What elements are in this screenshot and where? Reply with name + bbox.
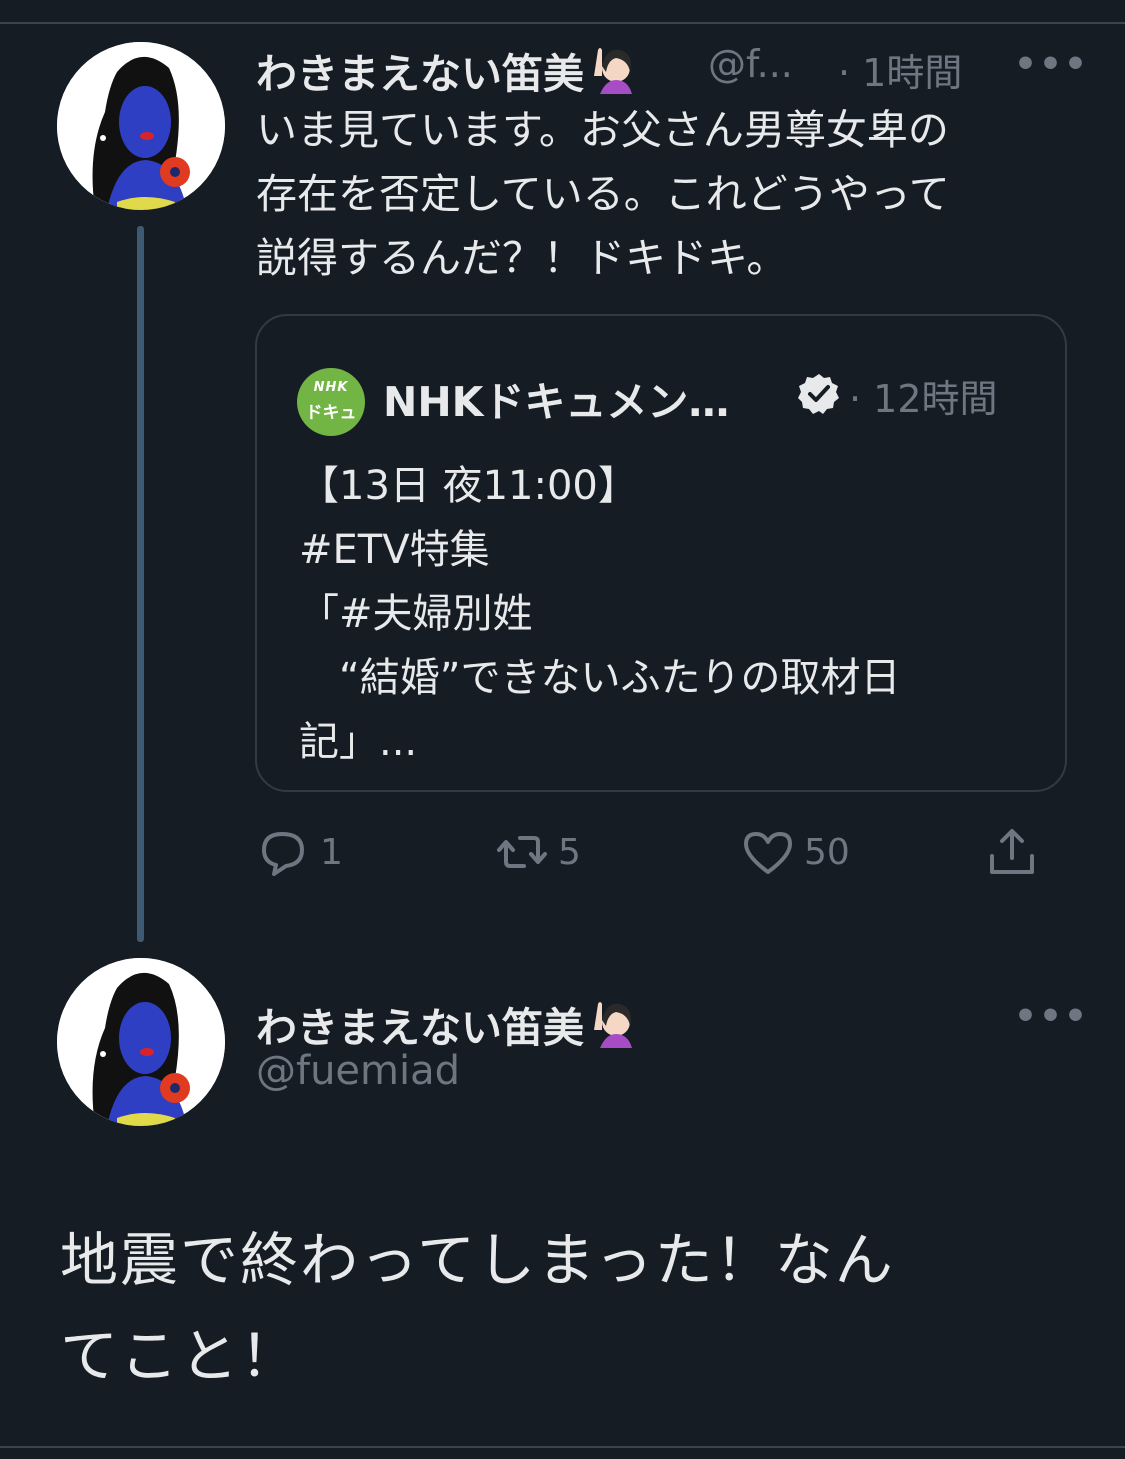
person-raising-hand-emoji [588,42,640,104]
bottom-divider [0,1446,1125,1448]
retweet-button[interactable]: 5 [494,822,581,882]
author-handle[interactable]: @f... [708,42,793,86]
tweet-body: いま見ています。お父さん男尊女卑の 存在を否定している。これどうやって 説得する… [256,98,1056,290]
retweet-icon [497,836,547,868]
avatar[interactable] [57,42,225,210]
heart-icon [744,832,792,874]
nhk-logo-subtext: ドキュ [305,403,357,423]
top-divider [0,22,1125,24]
quoted-tweet-card[interactable]: NHK ドキュ NHKドキュメン… · 12時間 【13日 夜11:00】 #E… [255,314,1067,792]
tweet-line: いま見ています。お父さん男尊女卑の [256,106,949,154]
nhk-logo-text: NHK [313,380,349,395]
verified-badge-icon [798,374,839,414]
author-name-text: わきまえない笛美 [256,1004,584,1052]
tweet-line: 存在を否定している。これどうやって [256,170,950,218]
more-options-icon[interactable]: ••• [1014,44,1089,85]
quoted-line: #ETV特集 [299,527,490,573]
like-button[interactable]: 50 [740,822,850,882]
tweet-time[interactable]: · 1時間 [838,42,962,97]
quoted-line: 【13日 夜11:00】 [299,463,638,509]
avatar-illustration [57,958,225,1126]
reply-count: 1 [320,831,343,873]
avatar[interactable] [57,958,225,1126]
tweet-line: 地震で終わってしまった！なん [60,1226,895,1294]
thread-connector [137,226,144,942]
quoted-line: “結婚”できないふたりの取材日 [299,655,901,701]
person-raising-hand-emoji [588,996,640,1058]
quoted-line: 「#夫婦別姓 [299,591,533,637]
quoted-line: 記」... [299,719,418,765]
like-count: 50 [804,831,850,873]
author-name[interactable]: わきまえない笛美 [256,40,640,104]
share-button[interactable] [984,822,1040,882]
share-icon [990,829,1034,874]
quoted-author-name: NHKドキュメン… [383,378,730,426]
nhk-avatar: NHK ドキュ [297,368,365,436]
quoted-time: · 12時間 [849,377,998,421]
author-name-text: わきまえない笛美 [256,50,584,98]
quoted-body: 【13日 夜11:00】 #ETV特集 「#夫婦別姓 “結婚”できないふたりの取… [299,454,1039,774]
author-handle[interactable]: @fuemiad [256,1048,460,1094]
avatar-illustration [57,42,225,210]
speech-bubble-icon [262,832,304,876]
retweet-count: 5 [558,831,581,873]
tweet-line: てこと！ [60,1322,301,1390]
tweet-line: 説得するんだ？！ドキドキ。 [256,234,788,282]
reply-button[interactable]: 1 [256,822,343,882]
focused-tweet-body: 地震で終わってしまった！なん てこと！ [60,1212,1060,1404]
more-options-icon[interactable]: ••• [1014,996,1089,1037]
